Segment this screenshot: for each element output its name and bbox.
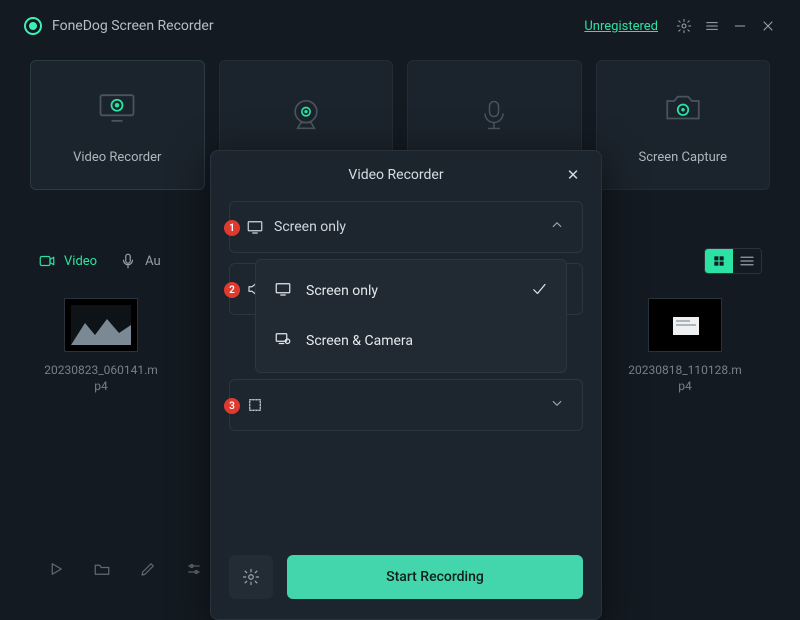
thumbnail-icon (648, 298, 722, 352)
list-item[interactable]: 20230818_110128.mp4 (626, 298, 744, 394)
thumbnail-icon (64, 298, 138, 352)
video-recorder-dialog: Video Recorder ✕ 1 Screen only 2 3 (210, 150, 602, 620)
mode-label: Screen Capture (639, 150, 727, 165)
title-bar: FoneDog Screen Recorder Unregistered (0, 0, 800, 52)
dropdown-option-screen-only[interactable]: Screen only (256, 266, 566, 316)
option-label: Screen only (306, 283, 378, 299)
mode-video-recorder[interactable]: Video Recorder (30, 60, 205, 190)
filter-audio[interactable]: Au (119, 252, 161, 270)
grid-view-icon[interactable] (705, 249, 733, 273)
step-badge: 3 (224, 398, 240, 414)
check-icon (530, 280, 548, 302)
minimize-icon[interactable] (726, 12, 754, 40)
app-title: FoneDog Screen Recorder (52, 18, 214, 34)
monitor-camera-icon (274, 330, 292, 352)
chevron-down-icon (548, 394, 566, 416)
start-label: Start Recording (386, 569, 484, 585)
dialog-settings-button[interactable] (229, 555, 273, 599)
monitor-icon (274, 280, 292, 302)
settings-gear-icon[interactable] (670, 12, 698, 40)
dialog-close-icon[interactable]: ✕ (563, 165, 583, 185)
close-icon[interactable] (754, 12, 782, 40)
filter-video-label: Video (64, 254, 97, 269)
filter-video[interactable]: Video (38, 252, 97, 270)
chevron-up-icon (548, 216, 566, 238)
mode-screen-capture[interactable]: Screen Capture (596, 60, 771, 190)
app-logo-icon (24, 17, 42, 35)
unregistered-link[interactable]: Unregistered (584, 19, 658, 34)
source-label: Screen only (274, 219, 346, 235)
mode-label: Video Recorder (73, 150, 161, 165)
step-badge: 2 (224, 282, 240, 298)
thumbnail-filename: 20230818_110128.mp4 (626, 362, 744, 394)
webcam-icon (284, 93, 328, 137)
list-item[interactable]: 20230823_060141.mp4 (42, 298, 160, 394)
dropdown-option-screen-camera[interactable]: Screen & Camera (256, 316, 566, 366)
view-toggle (704, 248, 762, 274)
area-select-row[interactable]: 3 (229, 379, 583, 431)
microphone-icon (472, 93, 516, 137)
camera-icon (661, 86, 705, 130)
thumbnail-filename: 20230823_060141.mp4 (42, 362, 160, 394)
monitor-icon (244, 202, 266, 252)
step-badge: 1 (224, 220, 240, 236)
source-select-row[interactable]: 1 Screen only (229, 201, 583, 253)
monitor-record-icon (95, 86, 139, 130)
menu-icon[interactable] (698, 12, 726, 40)
start-recording-button[interactable]: Start Recording (287, 555, 583, 599)
edit-icon[interactable] (130, 553, 166, 585)
dialog-title: Video Recorder (229, 167, 563, 183)
play-icon[interactable] (38, 553, 74, 585)
filter-audio-label: Au (145, 254, 161, 269)
adjust-icon[interactable] (176, 553, 212, 585)
selection-area-icon (244, 380, 266, 430)
option-label: Screen & Camera (306, 333, 413, 349)
source-dropdown: Screen only Screen & Camera (255, 259, 567, 373)
list-view-icon[interactable] (733, 249, 761, 273)
folder-icon[interactable] (84, 553, 120, 585)
